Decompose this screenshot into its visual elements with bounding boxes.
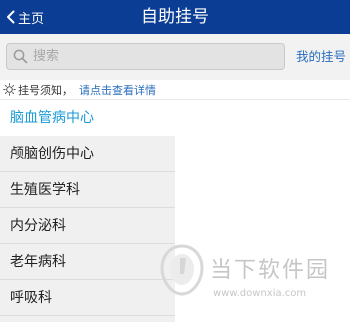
department-list: 脑血管病中心 颅脑创伤中心 生殖医学科 内分泌科 老年病科 呼吸科 [0, 100, 175, 322]
search-placeholder: 搜索 [33, 49, 60, 64]
department-item[interactable]: 生殖医学科 [0, 172, 175, 208]
sun-icon [3, 83, 16, 96]
notice-label: 挂号须知， [18, 83, 73, 97]
watermark-logo-icon [160, 244, 204, 296]
my-registration-link[interactable]: 我的挂号 [296, 34, 346, 80]
page-title: 自助挂号 [141, 7, 209, 27]
notice-bar: 挂号须知， 请点击查看详情 [0, 80, 350, 100]
search-input[interactable]: 搜索 [6, 43, 285, 70]
department-item[interactable]: 老年病科 [0, 244, 175, 280]
search-icon [13, 49, 28, 64]
department-item[interactable]: 内分泌科 [0, 208, 175, 244]
department-item-selected[interactable]: 脑血管病中心 [0, 100, 175, 136]
watermark-url: www.downxia.com [213, 288, 307, 299]
nav-header: 主页 自助挂号 [0, 0, 350, 34]
watermark-site-name: 当下软件园 [210, 258, 331, 283]
department-item[interactable]: 呼吸科 [0, 280, 175, 316]
app-root: 主页 自助挂号 搜索 我的挂号 挂号须知， 请点击查看详情 脑血管病中心 颅脑创… [0, 0, 350, 322]
department-item[interactable]: 颅脑创伤中心 [0, 136, 175, 172]
notice-details-link[interactable]: 请点击查看详情 [79, 82, 156, 98]
